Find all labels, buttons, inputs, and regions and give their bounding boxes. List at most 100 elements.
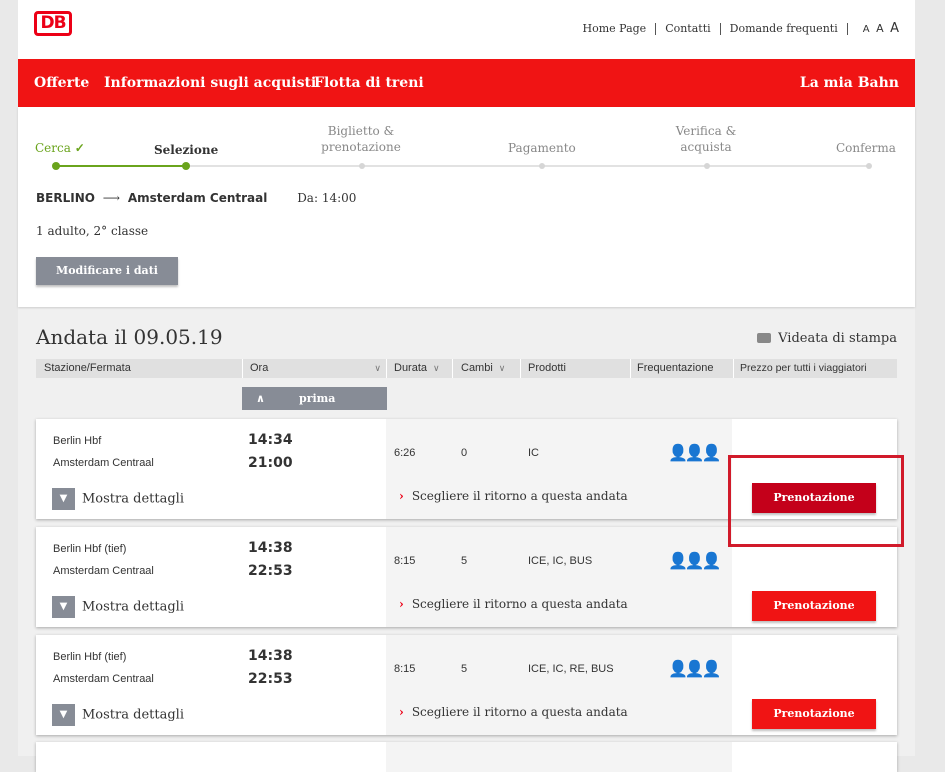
step-dot-selection (182, 162, 190, 170)
card-info-column (386, 419, 732, 519)
step-verify: Verifica & acquista (675, 124, 737, 154)
top-links: Home Page Contatti Domande frequenti A A… (583, 21, 899, 36)
col-time[interactable]: Ora ∨ (250, 362, 381, 374)
route-to: Amsterdam Centraal (127, 191, 268, 205)
book-button[interactable]: Prenotazione (752, 591, 876, 621)
step-confirm: Conferma (836, 141, 896, 155)
route-summary: BERLINO ⟶ Amsterdam Centraal Da: 14:00 (36, 191, 356, 205)
font-size-large[interactable]: A (890, 21, 899, 36)
modify-data-button[interactable]: Modificare i dati (36, 257, 178, 285)
book-button[interactable]: Prenotazione (752, 699, 876, 729)
duration: 8:15 (394, 555, 416, 567)
changes: 5 (461, 663, 468, 675)
contacts-link[interactable]: Contatti (656, 22, 721, 35)
duration: 8:15 (394, 663, 416, 675)
duration: 6:26 (394, 447, 416, 459)
occupancy-high-icon: 👤👤👤 (668, 551, 722, 570)
col-time-label: Ora (250, 362, 269, 374)
arrival-station: Amsterdam Centraal (53, 457, 154, 469)
step-selection: Selezione (154, 143, 219, 157)
passenger-summary: 1 adulto, 2° classe (36, 224, 149, 238)
arrival-time: 21:00 (248, 455, 293, 471)
results-table-header: Stazione/Fermata Ora ∨ Durata ∨ Cambi ∨ Pro… (36, 359, 897, 378)
departure-station: Berlin Hbf (53, 435, 102, 447)
choose-return-link[interactable]: › Scegliere il ritorno a questa andata (399, 705, 628, 719)
occupancy-low-icon: 👤👤👤 (668, 443, 722, 462)
step-search[interactable]: Cerca ✓ (35, 140, 85, 156)
nav-train-fleet[interactable]: Flotta di treni (314, 75, 424, 91)
print-view-link[interactable]: Videata di stampa (757, 331, 897, 346)
choose-return-link[interactable]: › Scegliere il ritorno a questa andata (399, 597, 628, 611)
changes: 0 (461, 447, 468, 459)
col-station: Stazione/Fermata (44, 362, 131, 374)
arrival-station: Amsterdam Centraal (53, 673, 154, 685)
faq-link[interactable]: Domande frequenti (721, 22, 848, 35)
print-label: Videata di stampa (778, 331, 897, 346)
arrival-time: 22:53 (248, 563, 293, 579)
step-dot-payment (539, 163, 545, 169)
col-divider (452, 359, 453, 378)
departure-time: 14:38 (248, 540, 293, 556)
card-info-column (386, 635, 732, 735)
step-dot-confirm (866, 163, 872, 169)
font-size-medium[interactable]: A (876, 22, 884, 35)
show-details-label: Mostra dettagli (82, 707, 184, 723)
col-occupancy: Frequentazione (637, 362, 714, 374)
step-dot-search (52, 162, 60, 170)
show-details-button[interactable]: ▼ Mostra dettagli (52, 596, 184, 618)
departure-time: 14:34 (248, 432, 293, 448)
chevron-down-icon: ▼ (52, 596, 75, 618)
products: ICE, IC, BUS (528, 555, 593, 567)
departure-station: Berlin Hbf (tief) (53, 543, 127, 555)
outbound-title: Andata il 09.05.19 (36, 325, 223, 349)
main-nav: Offerte Informazioni sugli acquisti Flot… (18, 59, 915, 107)
route-departure: Da: 14:00 (297, 191, 357, 205)
show-details-label: Mostra dettagli (82, 491, 184, 507)
card-time-column (242, 742, 386, 772)
products: ICE, IC, RE, BUS (528, 663, 614, 675)
departure-time: 14:38 (248, 648, 293, 664)
page: DB Home Page Contatti Domande frequenti … (18, 0, 915, 772)
col-duration[interactable]: Durata ∨ (394, 362, 440, 374)
choose-return-link[interactable]: › Scegliere il ritorno a questa andata (399, 489, 628, 503)
check-icon: ✓ (74, 141, 85, 155)
card-info-column (386, 742, 732, 772)
chevron-down-icon: ∨ (498, 363, 506, 373)
printer-icon (757, 333, 772, 343)
occupancy-high-icon: 👤👤👤 (668, 659, 722, 678)
col-duration-label: Durata (394, 362, 428, 374)
arrival-time: 22:53 (248, 671, 293, 687)
progress-line-pending (186, 165, 870, 167)
step-ticket-booking: Biglietto & prenotazione (321, 124, 401, 154)
chevron-right-icon: › (399, 705, 404, 719)
font-size-selector: A A A (848, 21, 899, 36)
show-details-button[interactable]: ▼ Mostra dettagli (52, 704, 184, 726)
nav-offers[interactable]: Offerte (34, 75, 89, 91)
chevron-down-icon: ▼ (52, 488, 75, 510)
chevron-down-icon: ∨ (433, 363, 440, 373)
step-dot-verify (704, 163, 710, 169)
earlier-label: prima (299, 392, 336, 405)
col-divider (733, 359, 734, 378)
card-info-column (386, 527, 732, 627)
progress-line-done (56, 165, 186, 167)
connection-card: Berlin Hbf (tief) Amsterdam Centraal 14:… (36, 635, 897, 735)
chevron-right-icon: › (399, 489, 404, 503)
step-search-label: Cerca (35, 141, 71, 155)
products: IC (528, 447, 539, 459)
booking-progress-panel: Cerca ✓ Selezione Biglietto & prenotazio… (18, 107, 915, 307)
highlight-box (728, 455, 904, 547)
nav-purchase-info[interactable]: Informazioni sugli acquisti (104, 75, 316, 91)
col-changes[interactable]: Cambi ∨ (461, 362, 505, 374)
home-page-link[interactable]: Home Page (583, 22, 657, 35)
font-size-small[interactable]: A (863, 24, 870, 35)
departure-station: Berlin Hbf (tief) (53, 651, 127, 663)
step-payment: Pagamento (508, 141, 576, 155)
nav-my-bahn[interactable]: La mia Bahn (800, 75, 899, 91)
chevron-down-icon: ∨ (374, 363, 381, 373)
col-changes-label: Cambi (461, 362, 493, 374)
earlier-connections-button[interactable]: ∧ prima (242, 387, 387, 410)
show-details-button[interactable]: ▼ Mostra dettagli (52, 488, 184, 510)
step-dot-ticket (359, 163, 365, 169)
db-logo[interactable]: DB (34, 11, 72, 36)
